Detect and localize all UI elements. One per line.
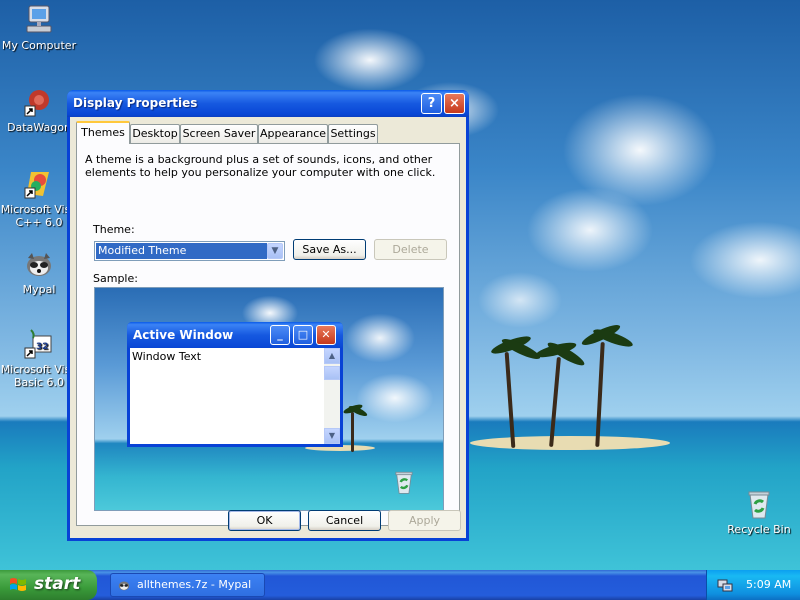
desktop-icon-label: My Computer xyxy=(1,39,77,52)
sample-active-window: Active Window _ □ ✕ Window Text ▲ ▼ xyxy=(127,322,343,447)
dialog-client-area: Themes Desktop Screen Saver Appearance S… xyxy=(70,117,466,538)
network-icon[interactable] xyxy=(717,577,733,593)
display-properties-window: Display Properties ? × Themes Desktop Sc… xyxy=(67,90,469,541)
desktop-icon-my-computer[interactable]: My Computer xyxy=(0,4,78,52)
desktop-icon-label: Mypal xyxy=(22,283,56,296)
window-titlebar[interactable]: Display Properties ? × xyxy=(67,90,469,117)
scroll-up-icon: ▲ xyxy=(324,348,340,364)
sample-label: Sample: xyxy=(93,272,138,285)
visual-cpp-shortcut-icon xyxy=(23,168,55,200)
desktop-icon-recycle-bin[interactable]: Recycle Bin xyxy=(720,488,798,536)
my-computer-icon xyxy=(23,4,55,36)
theme-select-value: Modified Theme xyxy=(96,243,267,259)
clock[interactable]: 5:09 AM xyxy=(746,578,791,591)
desktop-icon-label: DataWagon xyxy=(7,121,71,134)
minimize-icon: _ xyxy=(270,325,290,345)
tab-settings[interactable]: Settings xyxy=(328,124,378,143)
windows-flag-icon xyxy=(10,578,26,591)
system-tray: 5:09 AM xyxy=(706,570,800,600)
help-button[interactable]: ? xyxy=(421,93,442,114)
theme-description: A theme is a background plus a set of so… xyxy=(85,153,436,179)
close-icon: ✕ xyxy=(316,325,336,345)
close-button[interactable]: × xyxy=(444,93,465,114)
svg-text:32: 32 xyxy=(36,342,49,352)
tab-screen-saver[interactable]: Screen Saver xyxy=(180,124,258,143)
desktop-icon-label: Recycle Bin xyxy=(727,523,791,536)
save-as-button[interactable]: Save As... xyxy=(293,239,366,260)
sample-window-body: Window Text ▲ ▼ xyxy=(130,348,340,444)
tab-appearance[interactable]: Appearance xyxy=(258,124,328,143)
start-label: start xyxy=(34,574,81,594)
sample-scrollbar: ▲ ▼ xyxy=(324,348,340,444)
theme-sample-preview: Active Window _ □ ✕ Window Text ▲ ▼ xyxy=(94,287,444,511)
cancel-button[interactable]: Cancel xyxy=(308,510,381,531)
scroll-down-icon: ▼ xyxy=(324,428,340,444)
recycle-bin-icon xyxy=(743,488,775,520)
chevron-down-icon[interactable]: ▼ xyxy=(267,243,283,259)
sample-window-titlebar: Active Window _ □ ✕ xyxy=(127,322,343,348)
maximize-icon: □ xyxy=(293,325,313,345)
taskbar-item-mypal[interactable]: allthemes.7z - Mypal xyxy=(110,573,265,597)
theme-label: Theme: xyxy=(93,223,135,236)
start-button[interactable]: start xyxy=(0,570,97,600)
tab-desktop[interactable]: Desktop xyxy=(130,124,180,143)
visual-basic-shortcut-icon: 32 xyxy=(23,328,55,360)
taskbar-item-label: allthemes.7z - Mypal xyxy=(137,578,252,591)
sample-window-text: Window Text xyxy=(132,350,202,363)
tab-themes[interactable]: Themes xyxy=(76,121,130,144)
wallpaper-island xyxy=(470,436,670,450)
mypal-icon xyxy=(118,581,130,591)
sample-recycle-bin-icon xyxy=(391,468,417,496)
theme-select[interactable]: Modified Theme ▼ xyxy=(94,241,285,261)
delete-button[interactable]: Delete xyxy=(374,239,447,260)
sample-window-title: Active Window xyxy=(133,328,234,342)
scroll-thumb xyxy=(324,366,340,380)
datawagon-shortcut-icon xyxy=(23,86,55,118)
ok-button[interactable]: OK xyxy=(228,510,301,531)
mypal-icon xyxy=(23,248,55,280)
apply-button[interactable]: Apply xyxy=(388,510,461,531)
window-title: Display Properties xyxy=(73,96,198,110)
taskbar: start allthemes.7z - Mypal 5:09 AM xyxy=(0,570,800,600)
